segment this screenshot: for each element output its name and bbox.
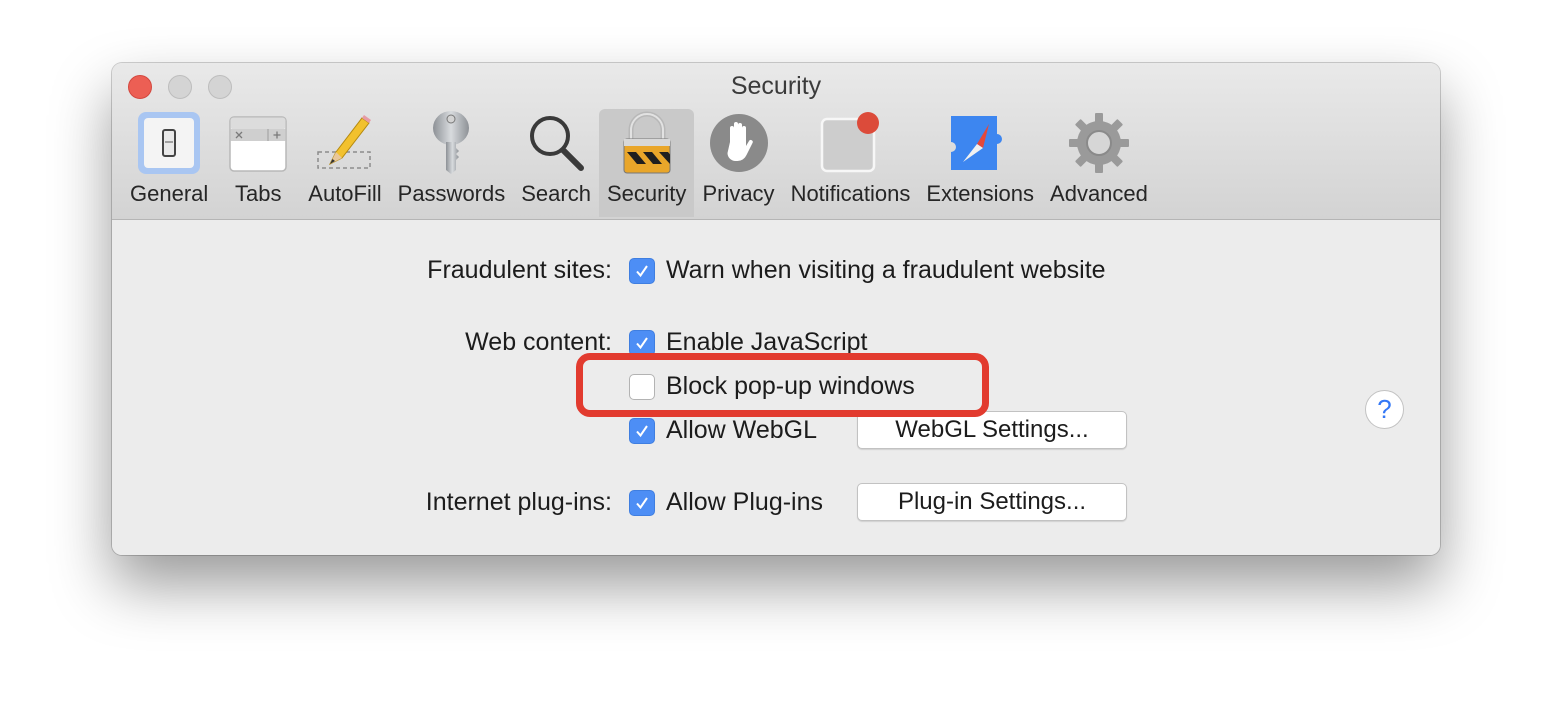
safari-preferences-window: Security General Tabs AutoFill Passwords… <box>112 63 1440 555</box>
plugins-text: Allow Plug-ins <box>666 488 824 516</box>
checkmark-icon <box>636 264 648 277</box>
magnifier-icon <box>522 109 590 177</box>
preferences-toolbar: General Tabs AutoFill Passwords Search S… <box>122 109 1156 219</box>
tab-extensions[interactable]: Extensions <box>918 109 1042 217</box>
tabs-icon <box>224 109 292 177</box>
padlock-icon <box>613 109 681 177</box>
tab-label: Security <box>606 181 687 206</box>
fraudulent-warning-checkbox[interactable] <box>629 257 655 284</box>
help-button[interactable]: ? <box>1365 390 1404 429</box>
gear-icon <box>1065 109 1133 177</box>
tab-label: Advanced <box>1050 181 1148 206</box>
tab-label: Extensions <box>926 181 1035 206</box>
compass-puzzle-icon <box>946 109 1014 177</box>
key-icon <box>417 109 485 177</box>
tab-label: General <box>130 181 209 206</box>
checkmark-icon <box>636 424 648 437</box>
pencil-icon <box>311 109 379 177</box>
plugins-checkbox[interactable] <box>629 489 655 516</box>
tab-search[interactable]: Search <box>513 109 599 217</box>
window-title: Security <box>730 72 822 100</box>
fraudulent-warning-text: Warn when visiting a fraudulent website <box>666 256 1106 284</box>
tab-label: Tabs <box>235 181 282 206</box>
tab-label: Search <box>521 181 591 206</box>
question-mark-icon: ? <box>1377 394 1392 424</box>
tab-tabs[interactable]: Tabs <box>216 109 300 217</box>
checkmark-icon <box>636 496 648 509</box>
tab-label: Privacy <box>702 181 775 206</box>
tab-autofill[interactable]: AutoFill <box>300 109 389 217</box>
fraudulent-sites-label: Fraudulent sites: <box>427 256 612 284</box>
tab-passwords[interactable]: Passwords <box>390 109 514 217</box>
tab-label: AutoFill <box>308 181 382 206</box>
titlebar: Security General Tabs AutoFill Passwords… <box>112 63 1440 220</box>
javascript-checkbox[interactable] <box>629 329 655 356</box>
hand-icon <box>705 109 773 177</box>
webgl-option[interactable]: Allow WebGL <box>629 416 817 445</box>
tab-label: Passwords <box>397 181 506 206</box>
internet-plugins-label: Internet plug-ins: <box>425 488 612 516</box>
tab-general[interactable]: General <box>122 109 216 217</box>
notification-badge-icon <box>816 109 884 177</box>
tab-security[interactable]: Security <box>598 109 695 217</box>
tab-privacy[interactable]: Privacy <box>694 109 782 217</box>
plugins-option[interactable]: Allow Plug-ins <box>629 488 823 517</box>
tab-notifications[interactable]: Notifications <box>783 109 919 217</box>
tab-advanced[interactable]: Advanced <box>1042 109 1156 217</box>
fraudulent-warning-option[interactable]: Warn when visiting a fraudulent website <box>629 256 1106 285</box>
checkmark-icon <box>636 336 648 349</box>
tab-label: Notifications <box>790 181 911 206</box>
plugin-settings-button[interactable]: Plug-in Settings... <box>857 483 1127 521</box>
webgl-text: Allow WebGL <box>666 416 817 444</box>
annotation-highlight-box <box>576 353 989 417</box>
general-switch-icon <box>135 109 203 177</box>
webgl-checkbox[interactable] <box>629 417 655 444</box>
